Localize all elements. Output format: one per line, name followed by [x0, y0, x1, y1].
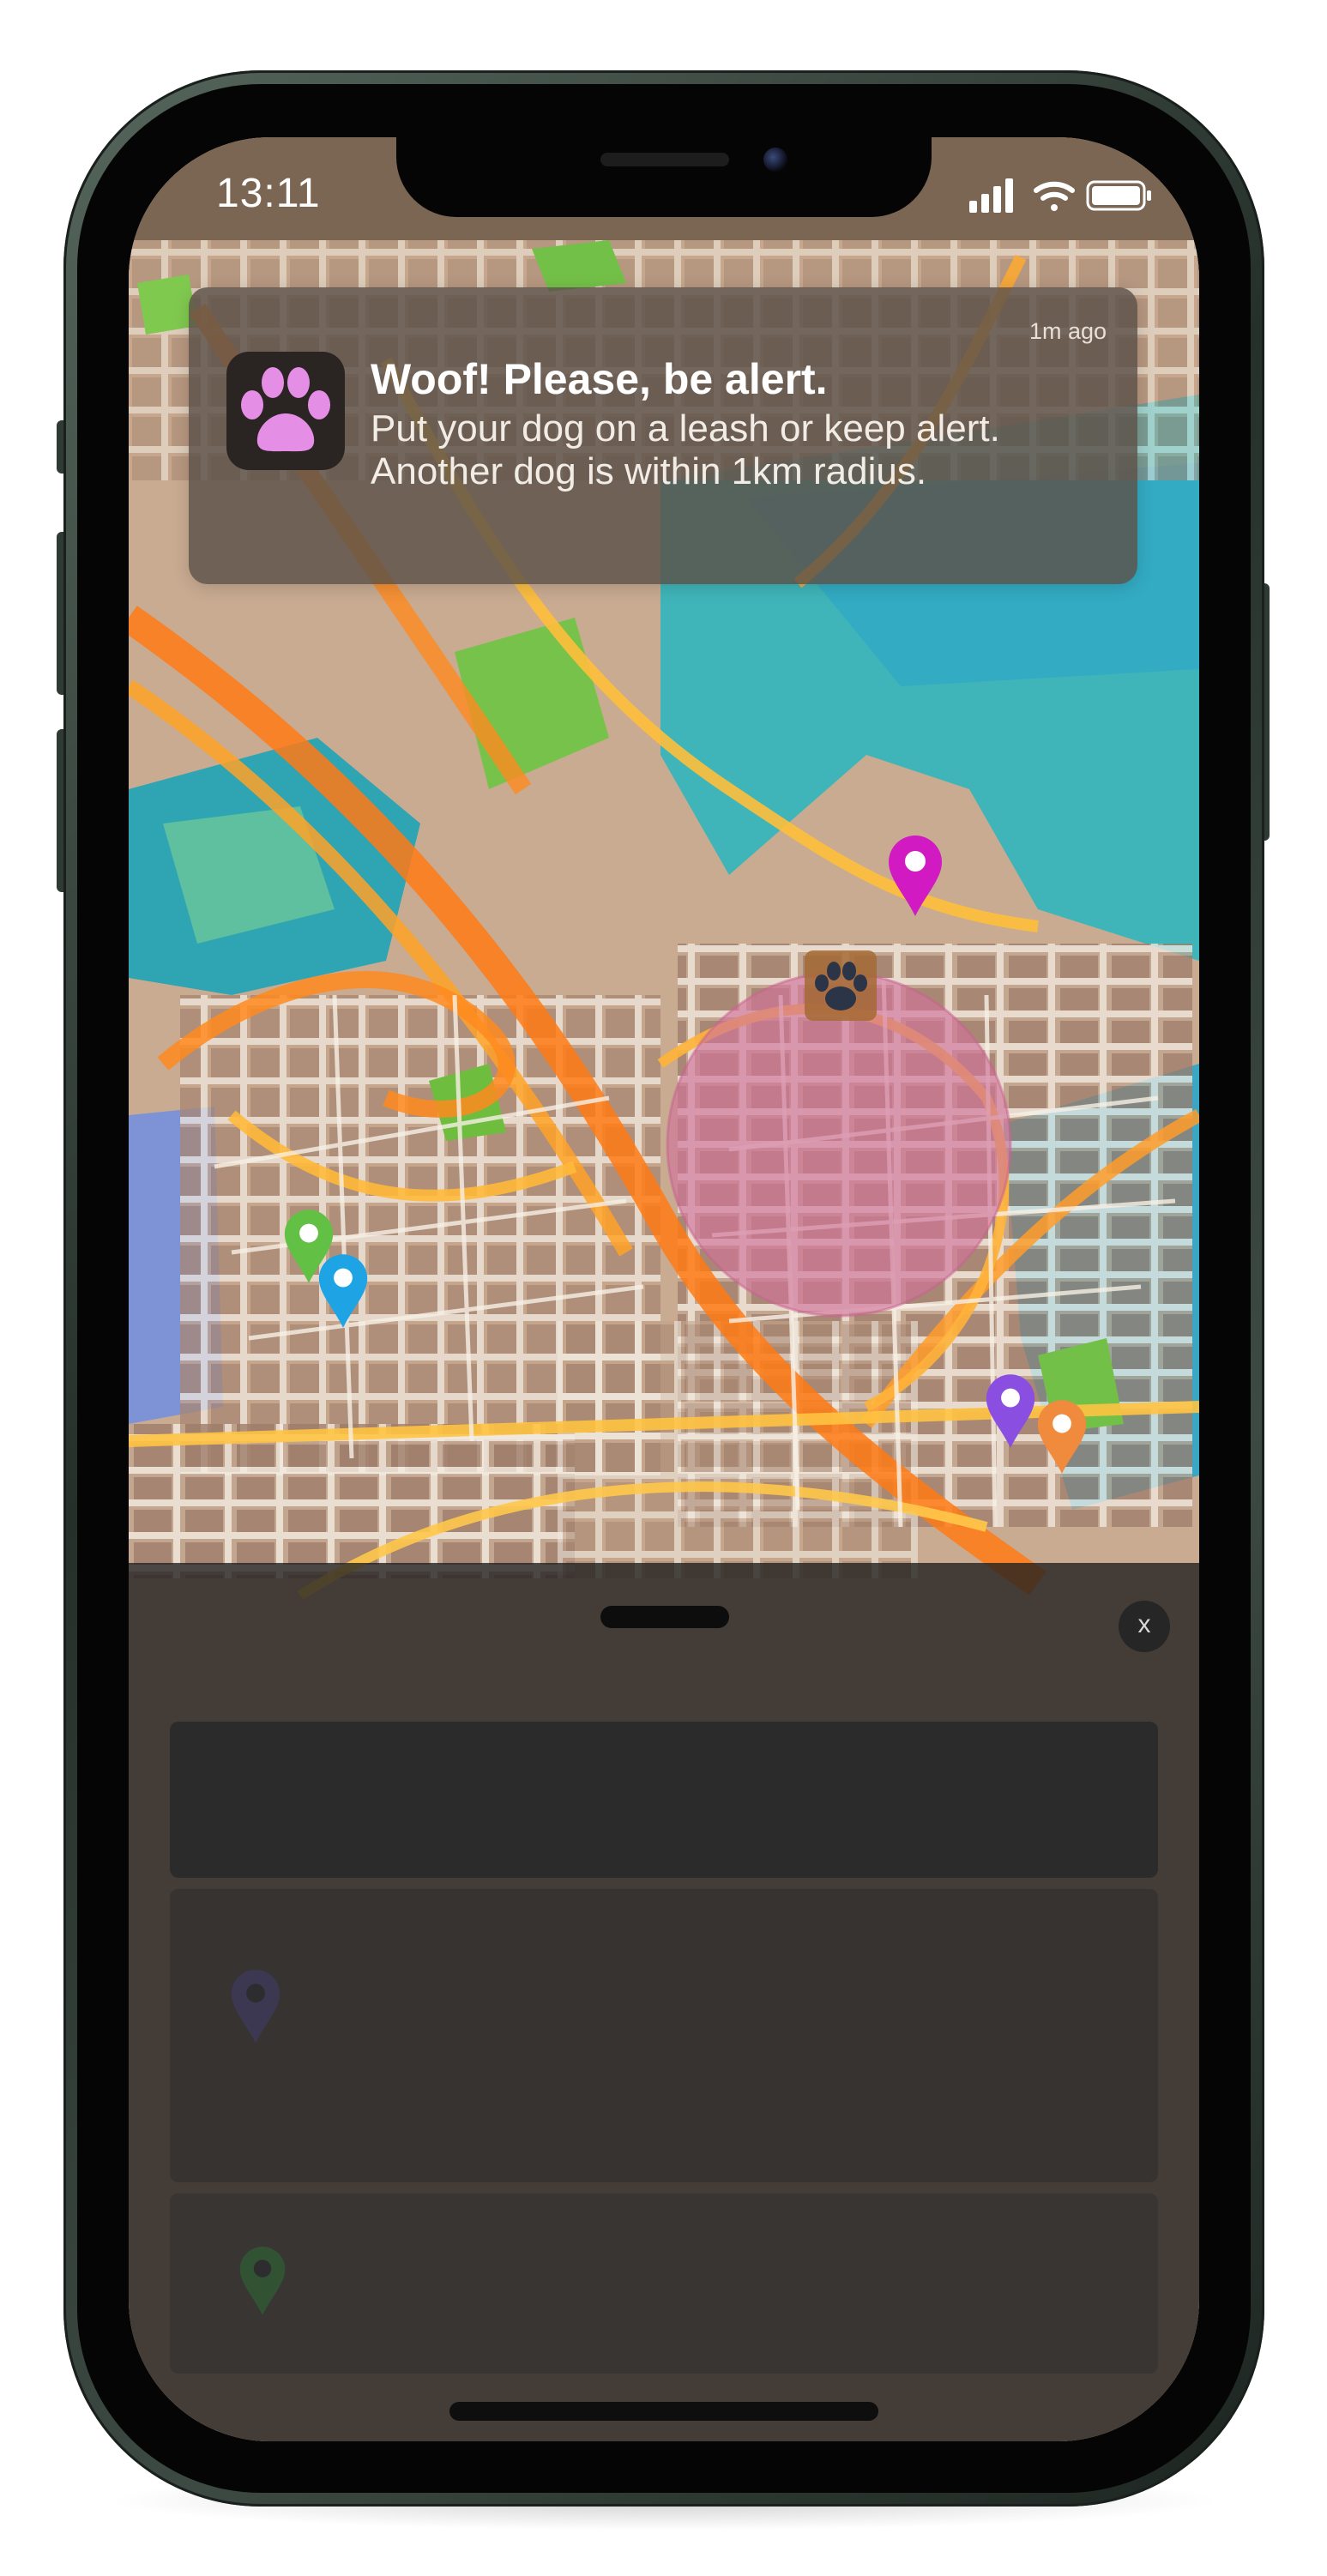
home-indicator[interactable]	[449, 2402, 878, 2421]
map-pin-icon	[231, 1970, 280, 2043]
sheet-drag-handle[interactable]	[600, 1606, 729, 1628]
push-notification[interactable]: 1m ago Woof! Please, be alert. Put your …	[189, 287, 1137, 584]
sheet-card[interactable]	[170, 2193, 1158, 2374]
front-camera	[763, 148, 787, 172]
notification-body: Put your dog on a leash or keep alert. A…	[371, 407, 1000, 492]
map-pin-purple[interactable]	[985, 1372, 1036, 1454]
camera-notch	[396, 137, 932, 217]
sheet-card[interactable]	[170, 1722, 1158, 1878]
sheet-card[interactable]	[170, 1889, 1158, 2182]
map-pin-orange[interactable]	[1036, 1398, 1088, 1480]
notification-title: Woof! Please, be alert.	[371, 355, 828, 403]
bottom-sheet: x	[129, 1563, 1199, 2441]
app-icon	[226, 352, 345, 470]
phone-screen: 13:11 1m ago Woof! Please, be alert. Put…	[129, 137, 1199, 2441]
paw-icon	[241, 367, 330, 452]
status-time: 13:11	[216, 171, 321, 216]
close-button[interactable]: x	[1119, 1601, 1170, 1652]
map-pin-icon	[239, 2247, 286, 2315]
map-pin-blue[interactable]	[317, 1252, 369, 1334]
notification-time: 1m ago	[1028, 318, 1107, 344]
wifi-icon	[1034, 181, 1075, 211]
signal-icon	[969, 178, 1013, 213]
earpiece-speaker	[600, 153, 729, 166]
paw-marker-icon	[805, 950, 877, 1021]
user-location-marker[interactable]	[803, 949, 878, 1023]
status-icons	[969, 177, 1158, 213]
map-pin-magenta[interactable]	[887, 834, 944, 922]
battery-icon	[1086, 180, 1151, 211]
